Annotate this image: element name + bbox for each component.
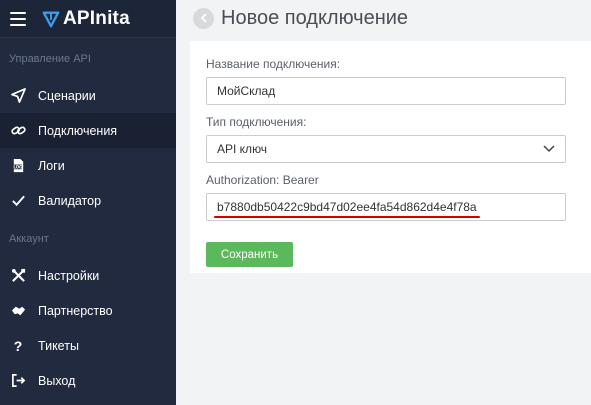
page-title: Новое подключение — [221, 6, 409, 29]
auth-token-field-group: Authorization: Bearer b7880db50422c9bd47… — [206, 173, 575, 221]
tools-icon — [10, 268, 26, 284]
section-title-account: Аккаунт — [9, 233, 49, 245]
sidebar-item-settings[interactable]: Настройки — [0, 258, 176, 293]
auth-token-text: b7880db50422c9bd47d02ee4fa54d862d4e4f78a — [214, 200, 480, 218]
connection-name-value: МойСклад — [217, 84, 276, 98]
connection-type-select[interactable]: API ключ — [206, 135, 566, 163]
sidebar-item-scenarios[interactable]: Сценарии — [0, 78, 176, 113]
hamburger-menu-icon[interactable] — [10, 11, 26, 26]
connection-name-field-group: Название подключения: МойСклад — [206, 57, 575, 105]
sidebar-item-label: Выход — [38, 373, 76, 388]
back-button[interactable] — [193, 7, 214, 29]
connection-type-label: Тип подключения: — [206, 115, 307, 129]
link-icon — [10, 123, 26, 139]
sidebar-item-logout[interactable]: Выход — [0, 363, 176, 398]
sidebar-item-label: Партнерство — [38, 303, 113, 318]
sidebar-item-label: Тикеты — [38, 338, 79, 353]
connection-name-label: Название подключения: — [206, 57, 341, 71]
send-icon — [10, 88, 26, 104]
red-underline-annotation — [214, 216, 480, 218]
sidebar-item-label: Логи — [38, 158, 65, 173]
save-button[interactable]: Сохранить — [206, 242, 293, 267]
sidebar-item-tickets[interactable]: ? Тикеты — [0, 328, 176, 363]
connection-type-value: API ключ — [217, 142, 268, 156]
chevron-down-icon — [543, 145, 555, 153]
sidebar-item-label: Валидатор — [38, 193, 102, 208]
section-title-api: Управление API — [9, 53, 91, 65]
sidebar-item-partnership[interactable]: Партнерство — [0, 293, 176, 328]
connection-form-card: Название подключения: МойСклад Тип подкл… — [190, 41, 591, 273]
page-header: Новое подключение — [176, 0, 591, 36]
sidebar-item-logs[interactable]: LOG Логи — [0, 148, 176, 183]
main-content: Новое подключение Название подключения: … — [176, 0, 591, 405]
logout-icon — [10, 373, 26, 389]
sidebar-item-validator[interactable]: Валидатор — [0, 183, 176, 218]
chevron-left-icon — [200, 13, 207, 23]
log-file-icon: LOG — [10, 158, 26, 174]
auth-token-input[interactable]: b7880db50422c9bd47d02ee4fa54d862d4e4f78a — [206, 193, 566, 221]
sidebar-item-label: Сценарии — [38, 88, 96, 103]
sidebar-item-label: Настройки — [38, 268, 100, 283]
auth-token-label: Authorization: Bearer — [206, 173, 319, 187]
connection-type-field-group: Тип подключения: API ключ — [206, 115, 575, 163]
brand-bar: APInita — [0, 0, 176, 38]
sidebar: APInita Управление API Сценарии Подключе… — [0, 0, 176, 405]
app-name: APInita — [63, 7, 130, 29]
auth-token-value: b7880db50422c9bd47d02ee4fa54d862d4e4f78a — [217, 200, 477, 214]
apinita-logo-icon — [42, 11, 60, 27]
sidebar-item-label: Подключения — [38, 123, 118, 138]
handshake-icon — [10, 303, 26, 319]
svg-text:LOG: LOG — [13, 164, 22, 169]
checkmark-icon — [10, 193, 26, 209]
question-icon: ? — [13, 337, 23, 354]
sidebar-item-connections[interactable]: Подключения — [0, 113, 176, 148]
connection-name-input[interactable]: МойСклад — [206, 77, 566, 105]
